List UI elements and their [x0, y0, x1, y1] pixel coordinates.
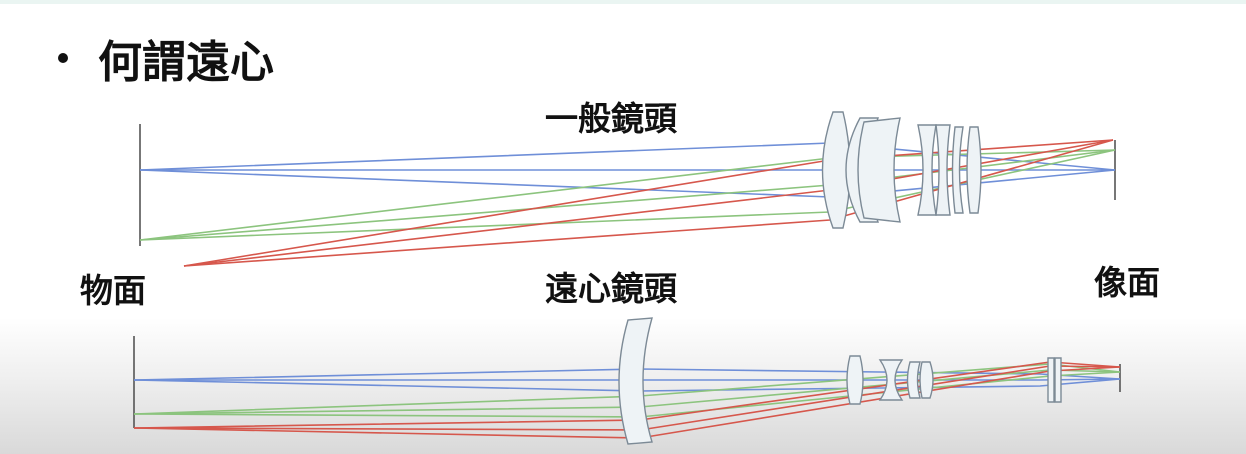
- lens-element: [1054, 357, 1062, 403]
- lens-element: [618, 317, 653, 445]
- lens-element: [966, 126, 982, 214]
- normal-lens-diagram: [139, 111, 1116, 267]
- lens-element: [906, 361, 921, 399]
- optics-diagram: [133, 111, 1121, 445]
- lens-element: [857, 117, 901, 223]
- lens-element: [919, 361, 934, 399]
- lens-element: [846, 355, 864, 405]
- lens-element: [1047, 357, 1055, 403]
- telecentric-lens-diagram: [133, 317, 1121, 445]
